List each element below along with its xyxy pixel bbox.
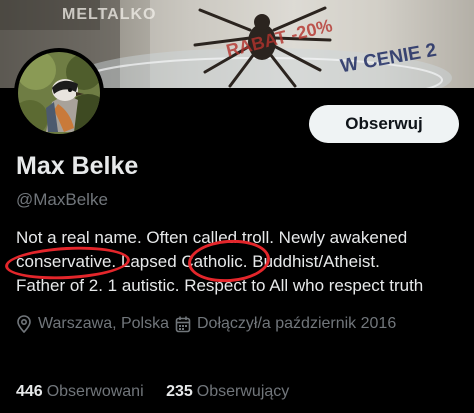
calendar-icon [175,316,191,332]
following-link[interactable]: 446 Obserwowani [16,383,144,401]
location-pin-icon [17,315,31,333]
followers-label: Obserwujący [196,383,290,400]
profile-meta: Warszawa, Polska Dołączył/a październik … [16,315,396,333]
joined-text: Dołączył/a październik 2016 [197,315,397,332]
following-count: 446 [16,383,43,400]
followers-count: 235 [166,383,193,400]
location-text: Warszawa, Polska [38,315,169,332]
bio-line: Not a real name. Often called troll. New… [16,228,408,247]
user-handle: @MaxBelke [16,190,108,209]
joined-item: Dołączył/a październik 2016 [175,315,396,333]
follow-button[interactable]: Obserwuj [309,105,459,143]
bird-avatar-icon [18,52,100,134]
profile-bio: Not a real name. Often called troll. New… [16,226,466,298]
following-label: Obserwowani [46,383,144,400]
followers-link[interactable]: 235 Obserwujący [166,383,289,401]
display-name: Max Belke [16,152,139,180]
avatar-image [18,52,100,134]
bio-line: conservative. Lapsed Catholic. Buddhist/… [16,252,380,271]
location-item: Warszawa, Polska [16,315,169,333]
avatar[interactable] [14,48,104,138]
profile-stats: 446 Obserwowani 235 Obserwujący [16,383,307,401]
bio-line: Father of 2. 1 autistic. Respect to All … [16,276,424,295]
banner-text-top: MELTALKO [62,6,157,23]
